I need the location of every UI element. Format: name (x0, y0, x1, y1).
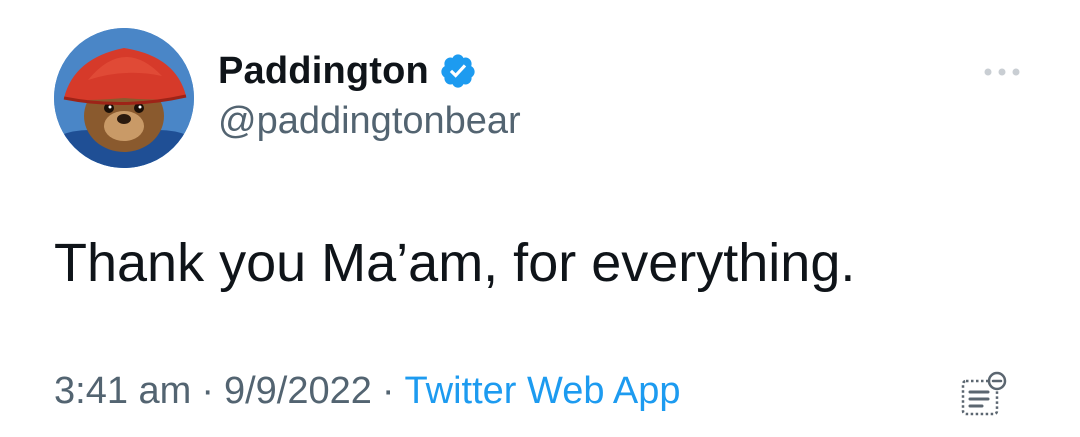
tweet-card: Paddington @paddingtonbear Thank you Ma’… (0, 0, 1080, 437)
more-options-button[interactable] (974, 58, 1030, 86)
paddington-bear-avatar-icon (54, 28, 194, 168)
tweet-meta: 3:41 am · 9/9/2022 · Twitter Web App (54, 370, 681, 413)
author-name[interactable]: Paddington (218, 50, 429, 93)
author-avatar[interactable] (54, 28, 194, 168)
tweet-time[interactable]: 3:41 am (54, 370, 191, 413)
meta-separator: · (201, 370, 214, 412)
tweet-source-link[interactable]: Twitter Web App (405, 370, 681, 413)
author-handle[interactable]: @paddingtonbear (218, 100, 521, 143)
tweet-notes-icon[interactable] (958, 370, 1008, 420)
tweet-text: Thank you Ma’am, for everything. (54, 233, 856, 293)
author-name-row: Paddington (218, 46, 477, 96)
meta-separator: · (381, 370, 395, 412)
tweet-date[interactable]: 9/9/2022 (224, 370, 372, 413)
verified-badge-icon (439, 52, 477, 90)
more-options-icon (984, 68, 1020, 76)
